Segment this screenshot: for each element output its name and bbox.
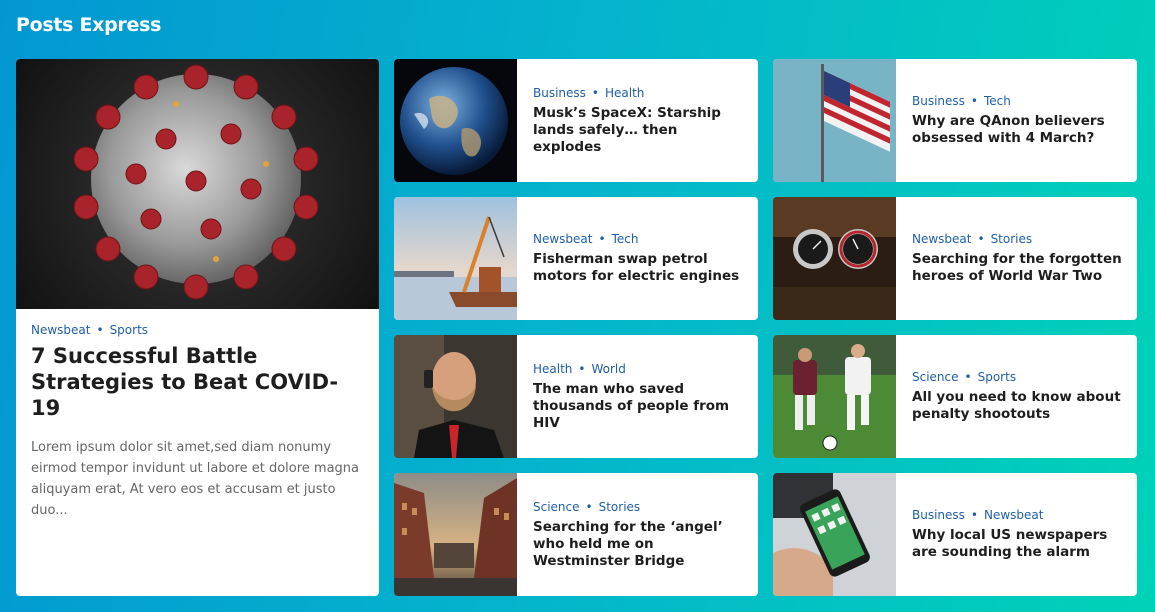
category-link[interactable]: Stories — [991, 232, 1033, 246]
post-title[interactable]: Why are QAnon believers obsessed with 4 … — [912, 113, 1123, 147]
post-card[interactable]: Business • Newsbeat Why local US newspaper… — [773, 473, 1137, 596]
separator-dot: • — [970, 508, 978, 522]
category-link[interactable]: Science — [533, 500, 580, 514]
category-link[interactable]: Stories — [599, 500, 641, 514]
category-link[interactable]: Sports — [110, 323, 148, 337]
category-link[interactable]: Newsbeat — [984, 508, 1043, 522]
ship-harbor-image[interactable] — [394, 197, 517, 320]
coronavirus-image[interactable] — [16, 59, 379, 309]
featured-post-title[interactable]: 7 Successful Battle Strategies to Beat C… — [31, 343, 364, 421]
post-title[interactable]: Musk’s SpaceX: Starship lands safely… th… — [533, 105, 744, 156]
post-categories: Business • Tech — [912, 94, 1123, 108]
category-link[interactable]: Business — [533, 86, 586, 100]
post-categories: Health • World — [533, 362, 744, 376]
smartphone-hand-image[interactable] — [773, 473, 896, 596]
category-link[interactable]: Newsbeat — [31, 323, 90, 337]
post-categories: Science • Stories — [533, 500, 744, 514]
bearded-man-phone-image[interactable] — [394, 335, 517, 458]
separator-dot: • — [96, 323, 104, 337]
post-card[interactable]: Newsbeat • Tech Fisherman swap petrol moto… — [394, 197, 758, 320]
site-title[interactable]: Posts Express — [16, 14, 161, 36]
separator-dot: • — [964, 370, 972, 384]
featured-post-excerpt: Lorem ipsum dolor sit amet,sed diam nonu… — [31, 440, 360, 518]
soccer-players-image[interactable] — [773, 335, 896, 458]
category-link[interactable]: Health — [533, 362, 572, 376]
post-title[interactable]: Searching for the forgotten heroes of Wo… — [912, 251, 1123, 285]
post-title[interactable]: Fisherman swap petrol motors for electri… — [533, 251, 744, 285]
post-categories: Business • Newsbeat — [912, 508, 1123, 522]
separator-dot: • — [591, 85, 599, 100]
flag-image[interactable] — [773, 59, 896, 182]
post-categories: Newsbeat • Stories — [912, 232, 1123, 246]
category-link[interactable]: Newsbeat — [912, 232, 971, 246]
watches-image[interactable] — [773, 197, 896, 320]
separator-dot: • — [578, 361, 586, 376]
separator-dot: • — [585, 499, 593, 514]
canal-buildings-image[interactable] — [394, 473, 517, 596]
category-link[interactable]: Sports — [978, 370, 1016, 384]
post-card[interactable]: Business • Health Musk’s SpaceX: Starship … — [394, 59, 758, 182]
earth-image[interactable] — [394, 59, 517, 182]
post-card[interactable]: Science • Sports All you need to know abou… — [773, 335, 1137, 458]
separator-dot: • — [598, 232, 606, 246]
post-title[interactable]: Why local US newspapers are sounding the… — [912, 527, 1123, 561]
category-link[interactable]: Newsbeat — [533, 232, 592, 246]
featured-categories: Newsbeat • Sports — [31, 323, 364, 337]
category-link[interactable]: Business — [912, 508, 965, 522]
category-link[interactable]: Health — [605, 86, 644, 100]
post-categories: Business • Health — [533, 86, 744, 100]
post-title[interactable]: All you need to know about penalty shoot… — [912, 389, 1123, 423]
featured-post-card[interactable]: Newsbeat • Sports 7 Successful Battle Stra… — [16, 59, 379, 596]
category-link[interactable]: Science — [912, 370, 959, 384]
post-card[interactable]: Science • Stories Searching for the ‘angel… — [394, 473, 758, 596]
post-card[interactable]: Newsbeat • Stories Searching for the forgo… — [773, 197, 1137, 320]
category-link[interactable]: Business — [912, 94, 965, 108]
post-card[interactable]: Business • Tech Why are QAnon believers ob… — [773, 59, 1137, 182]
category-link[interactable]: World — [591, 362, 625, 376]
post-categories: Newsbeat • Tech — [533, 232, 744, 246]
post-card[interactable]: Health • World The man who saved thousands… — [394, 335, 758, 458]
category-link[interactable]: Tech — [612, 232, 639, 246]
separator-dot: • — [970, 94, 978, 108]
separator-dot: • — [977, 232, 985, 246]
category-link[interactable]: Tech — [984, 94, 1011, 108]
post-title[interactable]: The man who saved thousands of people fr… — [533, 381, 744, 432]
post-categories: Science • Sports — [912, 370, 1123, 384]
post-title[interactable]: Searching for the ‘angel’ who held me on… — [533, 519, 744, 570]
